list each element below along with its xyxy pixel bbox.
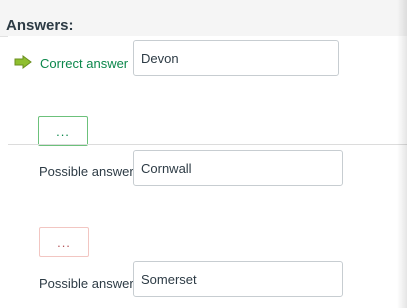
correct-answer-more-button[interactable]: ... [38,116,88,146]
possible-answer-more-button[interactable]: ... [39,227,89,257]
possible-answer-label: Possible answer [39,276,134,291]
answers-header: Answers: [0,0,407,37]
correct-answer-label: Correct answer [40,56,129,71]
divider [8,144,407,145]
correct-answer-input[interactable]: Devon [133,40,339,76]
possible-answer-label: Possible answer [39,164,134,179]
possible-answer-input[interactable]: Somerset [133,261,343,297]
answers-title: Answers: [6,17,74,34]
arrow-right-icon [14,55,32,69]
panel-shadow [397,0,407,308]
possible-answer-input[interactable]: Cornwall [133,150,343,186]
